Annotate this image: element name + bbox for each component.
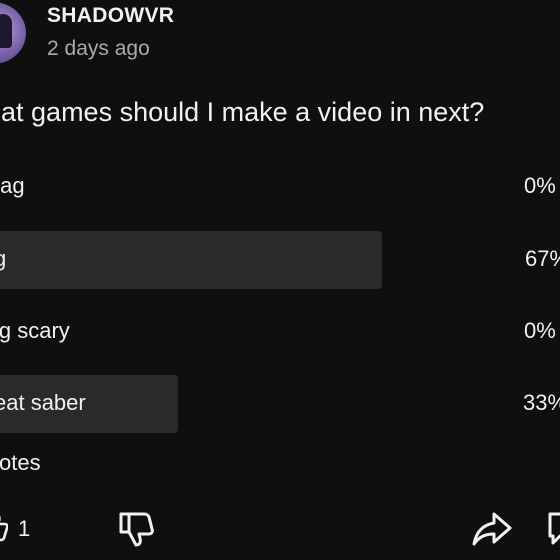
poll-option-percent: 33% — [523, 390, 560, 415]
poll-option-percent: 0% — [524, 173, 556, 198]
poll-option[interactable]: ig scary 0% — [0, 303, 560, 361]
channel-name[interactable]: SHADOWVR — [47, 4, 174, 28]
poll-option-percent: 67% — [525, 246, 560, 271]
thumbs-up-icon[interactable] — [0, 512, 8, 542]
poll-option-bar — [0, 231, 382, 289]
poll-vote-count: votes — [0, 450, 41, 475]
comment-button[interactable] — [546, 510, 560, 546]
dislike-button[interactable] — [116, 508, 156, 550]
poll-option[interactable]: tag 0% — [0, 158, 560, 216]
like-count: 1 — [18, 516, 31, 541]
community-post: SHADOWVR 2 days ago hat games should I m… — [0, 0, 560, 560]
poll-option[interactable]: eat saber 33% — [0, 375, 560, 433]
post-timestamp: 2 days ago — [47, 37, 150, 60]
poll-option-percent: 0% — [524, 318, 556, 343]
poll-option-label: tag — [0, 173, 25, 198]
channel-avatar[interactable] — [0, 2, 26, 64]
poll-question: hat games should I make a video in next? — [0, 97, 485, 127]
poll-option-label: ig scary — [0, 318, 70, 343]
share-icon — [472, 512, 512, 546]
thumbs-down-icon — [119, 512, 154, 547]
ghost-logo — [0, 14, 12, 48]
poll-option-label: eat saber — [0, 390, 86, 415]
comment-icon — [548, 512, 560, 545]
poll-option[interactable]: g 67% — [0, 231, 560, 289]
poll-option-label: g — [0, 246, 7, 271]
share-button[interactable] — [470, 508, 514, 548]
